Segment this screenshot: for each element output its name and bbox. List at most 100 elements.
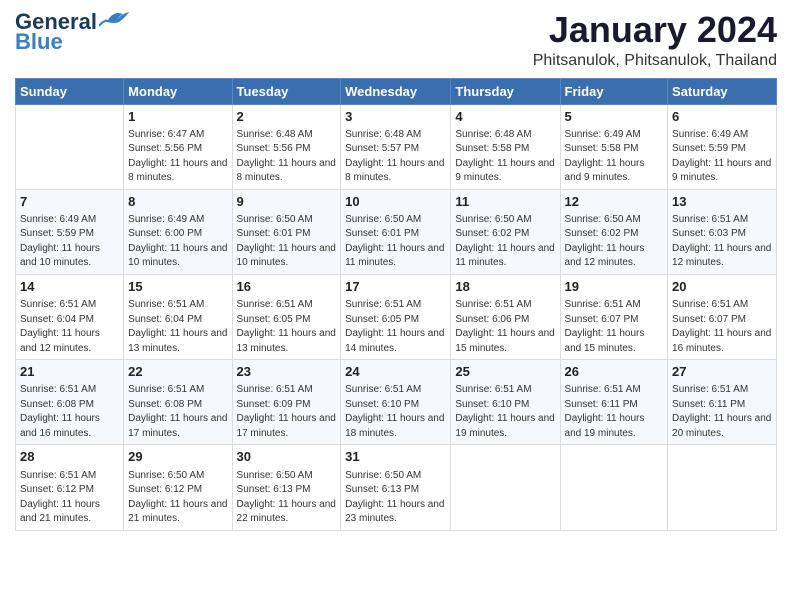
title-area: January 2024 Phitsanulok, Phitsanulok, T…	[533, 10, 777, 70]
day-number: 7	[20, 193, 119, 211]
calendar-cell: 17 Sunrise: 6:51 AMSunset: 6:05 PMDayligh…	[341, 274, 451, 359]
header: General Blue January 2024 Phitsanulok, P…	[15, 10, 777, 70]
calendar-cell: 15Sunrise: 6:51 AMSunset: 6:04 PMDayligh…	[124, 274, 232, 359]
logo: General Blue	[15, 10, 131, 54]
calendar-header-row: SundayMondayTuesdayWednesdayThursdayFrid…	[16, 78, 777, 104]
calendar-cell: 13 Sunrise: 6:51 AMSunset: 6:03 PMDayligh…	[668, 189, 777, 274]
calendar-cell: 8 Sunrise: 6:49 AMSunset: 6:00 PMDaylight…	[124, 189, 232, 274]
calendar-cell: 28 Sunrise: 6:51 AMSunset: 6:12 PMDayligh…	[16, 445, 124, 530]
day-number: 17	[345, 278, 446, 296]
calendar-cell: 26 Sunrise: 6:51 AMSunset: 6:11 PMDayligh…	[560, 360, 668, 445]
day-info: Sunrise: 6:51 AMSunset: 6:10 PMDaylight:…	[345, 383, 446, 441]
calendar-cell: 27 Sunrise: 6:51 AMSunset: 6:11 PMDayligh…	[668, 360, 777, 445]
calendar-cell	[451, 445, 560, 530]
calendar-cell: 30 Sunrise: 6:50 AMSunset: 6:13 PMDayligh…	[232, 445, 341, 530]
day-number: 8	[128, 193, 227, 211]
calendar-cell: 14 Sunrise: 6:51 AMSunset: 6:04 PMDayligh…	[16, 274, 124, 359]
day-number: 22	[128, 363, 227, 381]
day-number: 27	[672, 363, 772, 381]
day-number: 18	[455, 278, 555, 296]
day-number: 24	[345, 363, 446, 381]
day-number: 9	[237, 193, 337, 211]
day-number: 16	[237, 278, 337, 296]
day-info: Sunrise: 6:51 AMSunset: 6:10 PMDaylight:…	[455, 383, 555, 441]
day-number: 5	[565, 108, 664, 126]
weekday-header-monday: Monday	[124, 78, 232, 104]
page: General Blue January 2024 Phitsanulok, P…	[0, 0, 792, 612]
calendar-cell	[560, 445, 668, 530]
day-number: 28	[20, 448, 119, 466]
day-number: 14	[20, 278, 119, 296]
day-number: 6	[672, 108, 772, 126]
day-number: 19	[565, 278, 664, 296]
calendar-cell: 3 Sunrise: 6:48 AMSunset: 5:57 PMDaylight…	[341, 104, 451, 189]
calendar-table: SundayMondayTuesdayWednesdayThursdayFrid…	[15, 78, 777, 531]
day-info: Sunrise: 6:51 AMSunset: 6:11 PMDaylight:…	[672, 383, 772, 441]
calendar-cell: 4 Sunrise: 6:48 AMSunset: 5:58 PMDaylight…	[451, 104, 560, 189]
weekday-header-thursday: Thursday	[451, 78, 560, 104]
day-info: Sunrise: 6:51 AMSunset: 6:12 PMDaylight:…	[20, 469, 119, 527]
calendar-cell: 2 Sunrise: 6:48 AMSunset: 5:56 PMDaylight…	[232, 104, 341, 189]
day-number: 30	[237, 448, 337, 466]
day-info: Sunrise: 6:51 AMSunset: 6:04 PMDaylight:…	[20, 298, 119, 356]
day-number: 4	[455, 108, 555, 126]
calendar-cell: 29Sunrise: 6:50 AMSunset: 6:12 PMDayligh…	[124, 445, 232, 530]
day-info: Sunrise: 6:48 AMSunset: 5:57 PMDaylight:…	[345, 128, 446, 186]
calendar-cell: 24 Sunrise: 6:51 AMSunset: 6:10 PMDayligh…	[341, 360, 451, 445]
day-info: Sunrise: 6:49 AMSunset: 5:58 PMDaylight:…	[565, 128, 664, 186]
month-title: January 2024	[533, 10, 777, 50]
day-info: Sunrise: 6:51 AMSunset: 6:05 PMDaylight:…	[237, 298, 337, 356]
day-number: 15	[128, 278, 227, 296]
calendar-week-3: 14 Sunrise: 6:51 AMSunset: 6:04 PMDayligh…	[16, 274, 777, 359]
day-number: 29	[128, 448, 227, 466]
day-number: 3	[345, 108, 446, 126]
calendar-cell	[668, 445, 777, 530]
weekday-header-saturday: Saturday	[668, 78, 777, 104]
day-info: Sunrise: 6:51 AMSunset: 6:05 PMDaylight:…	[345, 298, 446, 356]
calendar-cell: 22 Sunrise: 6:51 AMSunset: 6:08 PMDayligh…	[124, 360, 232, 445]
day-number: 25	[455, 363, 555, 381]
calendar-cell: 19Sunrise: 6:51 AMSunset: 6:07 PMDayligh…	[560, 274, 668, 359]
calendar-cell: 6 Sunrise: 6:49 AMSunset: 5:59 PMDaylight…	[668, 104, 777, 189]
calendar-cell: 25 Sunrise: 6:51 AMSunset: 6:10 PMDayligh…	[451, 360, 560, 445]
day-info: Sunrise: 6:50 AMSunset: 6:13 PMDaylight:…	[237, 469, 337, 527]
day-number: 13	[672, 193, 772, 211]
day-info: Sunrise: 6:50 AMSunset: 6:02 PMDaylight:…	[565, 213, 664, 271]
calendar-cell: 1Sunrise: 6:47 AMSunset: 5:56 PMDaylight…	[124, 104, 232, 189]
day-info: Sunrise: 6:49 AMSunset: 5:59 PMDaylight:…	[20, 213, 119, 271]
day-info: Sunrise: 6:51 AMSunset: 6:08 PMDaylight:…	[128, 383, 227, 441]
day-number: 26	[565, 363, 664, 381]
day-info: Sunrise: 6:49 AMSunset: 6:00 PMDaylight:…	[128, 213, 227, 271]
calendar-cell: 21Sunrise: 6:51 AMSunset: 6:08 PMDayligh…	[16, 360, 124, 445]
logo-blue: Blue	[15, 30, 63, 54]
day-number: 23	[237, 363, 337, 381]
day-info: Sunrise: 6:50 AMSunset: 6:13 PMDaylight:…	[345, 469, 446, 527]
day-info: Sunrise: 6:51 AMSunset: 6:07 PMDaylight:…	[672, 298, 772, 356]
day-number: 2	[237, 108, 337, 126]
calendar-cell: 11 Sunrise: 6:50 AMSunset: 6:02 PMDayligh…	[451, 189, 560, 274]
day-info: Sunrise: 6:50 AMSunset: 6:01 PMDaylight:…	[237, 213, 337, 271]
day-number: 11	[455, 193, 555, 211]
day-info: Sunrise: 6:51 AMSunset: 6:08 PMDaylight:…	[20, 383, 119, 441]
day-info: Sunrise: 6:50 AMSunset: 6:01 PMDaylight:…	[345, 213, 446, 271]
calendar-cell: 12Sunrise: 6:50 AMSunset: 6:02 PMDayligh…	[560, 189, 668, 274]
day-number: 10	[345, 193, 446, 211]
day-number: 20	[672, 278, 772, 296]
day-info: Sunrise: 6:51 AMSunset: 6:06 PMDaylight:…	[455, 298, 555, 356]
day-info: Sunrise: 6:49 AMSunset: 5:59 PMDaylight:…	[672, 128, 772, 186]
day-info: Sunrise: 6:48 AMSunset: 5:56 PMDaylight:…	[237, 128, 337, 186]
weekday-header-wednesday: Wednesday	[341, 78, 451, 104]
day-info: Sunrise: 6:51 AMSunset: 6:11 PMDaylight:…	[565, 383, 664, 441]
calendar-week-2: 7 Sunrise: 6:49 AMSunset: 5:59 PMDaylight…	[16, 189, 777, 274]
day-info: Sunrise: 6:48 AMSunset: 5:58 PMDaylight:…	[455, 128, 555, 186]
day-info: Sunrise: 6:51 AMSunset: 6:03 PMDaylight:…	[672, 213, 772, 271]
day-info: Sunrise: 6:50 AMSunset: 6:02 PMDaylight:…	[455, 213, 555, 271]
calendar-week-4: 21Sunrise: 6:51 AMSunset: 6:08 PMDayligh…	[16, 360, 777, 445]
calendar-cell: 16 Sunrise: 6:51 AMSunset: 6:05 PMDayligh…	[232, 274, 341, 359]
calendar-week-5: 28 Sunrise: 6:51 AMSunset: 6:12 PMDayligh…	[16, 445, 777, 530]
calendar-cell: 23 Sunrise: 6:51 AMSunset: 6:09 PMDayligh…	[232, 360, 341, 445]
day-number: 1	[128, 108, 227, 126]
day-info: Sunrise: 6:51 AMSunset: 6:09 PMDaylight:…	[237, 383, 337, 441]
calendar-cell: 10 Sunrise: 6:50 AMSunset: 6:01 PMDayligh…	[341, 189, 451, 274]
weekday-header-sunday: Sunday	[16, 78, 124, 104]
